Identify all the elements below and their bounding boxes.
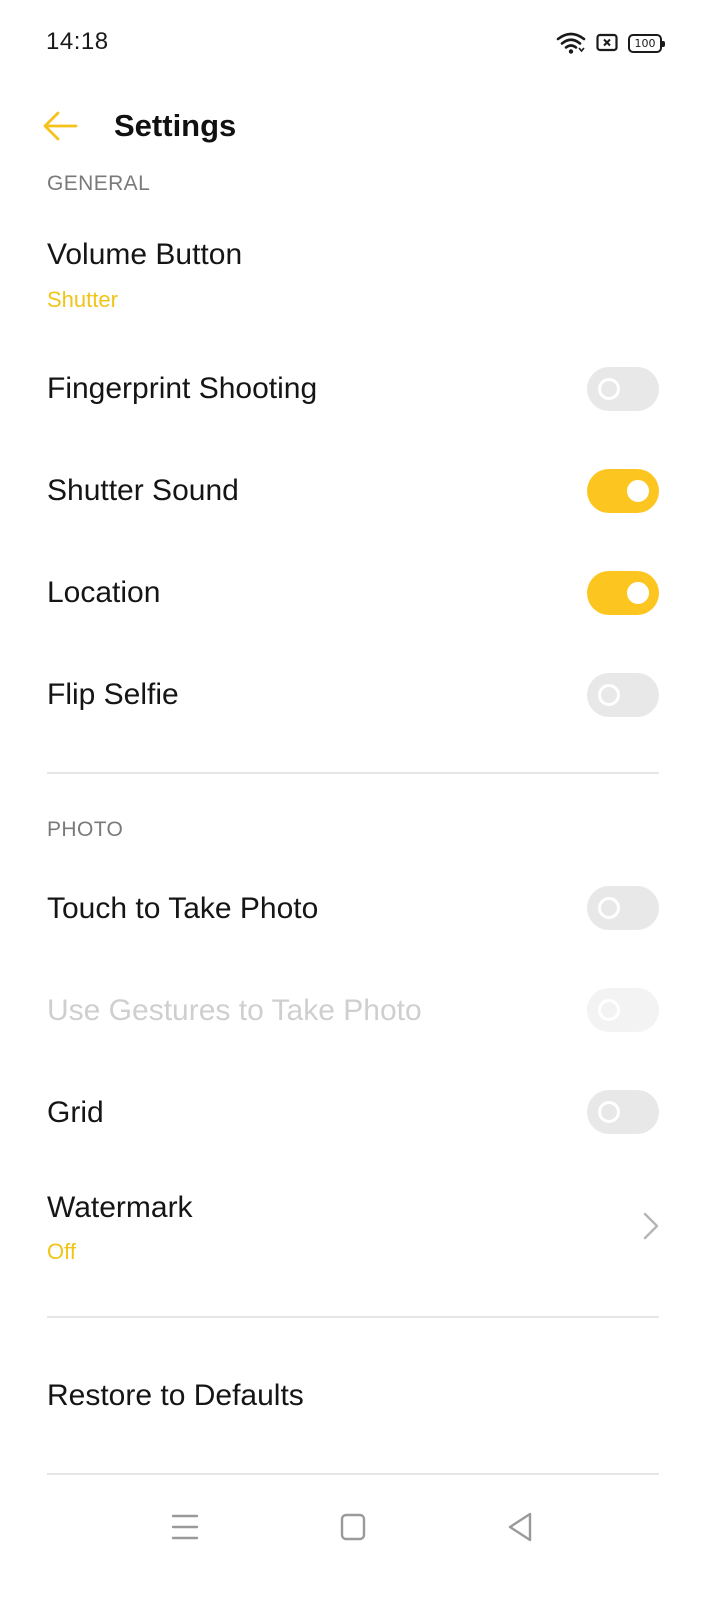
navigation-bar bbox=[0, 1480, 720, 1600]
toggle-knob bbox=[598, 897, 620, 919]
setting-label: Volume Button bbox=[47, 238, 243, 271]
page-title: Settings bbox=[114, 108, 237, 143]
setting-label: Flip Selfie bbox=[47, 678, 179, 711]
shutter-sound-toggle[interactable] bbox=[587, 469, 659, 513]
setting-grid[interactable]: Grid bbox=[0, 1062, 720, 1162]
use-gestures-toggle bbox=[587, 988, 659, 1032]
restore-defaults-button[interactable]: Restore to Defaults bbox=[0, 1345, 720, 1445]
battery-level: 100 bbox=[634, 36, 656, 50]
grid-toggle[interactable] bbox=[587, 1090, 659, 1134]
status-time: 14:18 bbox=[46, 28, 109, 55]
setting-label: Fingerprint Shooting bbox=[47, 372, 318, 405]
toggle-knob bbox=[598, 684, 620, 706]
setting-watermark[interactable]: Watermark Off bbox=[0, 1172, 720, 1290]
setting-label: Location bbox=[47, 576, 161, 609]
section-header-photo: PHOTO bbox=[47, 818, 124, 841]
setting-label: Grid bbox=[47, 1096, 104, 1129]
toggle-knob bbox=[598, 378, 620, 400]
status-bar: 14:18 100 bbox=[0, 0, 720, 86]
home-button[interactable] bbox=[328, 1502, 378, 1552]
recent-apps-button[interactable] bbox=[160, 1502, 210, 1552]
setting-value: Off bbox=[47, 1239, 76, 1264]
setting-fingerprint-shooting[interactable]: Fingerprint Shooting bbox=[0, 340, 720, 440]
bottom-divider bbox=[47, 1473, 659, 1475]
toggle-knob bbox=[598, 999, 620, 1021]
chevron-right-icon bbox=[640, 1211, 662, 1241]
setting-label: Watermark bbox=[47, 1191, 193, 1224]
setting-label: Use Gestures to Take Photo bbox=[47, 994, 422, 1027]
menu-icon bbox=[160, 1502, 210, 1552]
location-toggle[interactable] bbox=[587, 571, 659, 615]
setting-label: Touch to Take Photo bbox=[47, 892, 319, 925]
back-button[interactable] bbox=[36, 104, 86, 148]
touch-to-take-photo-toggle[interactable] bbox=[587, 886, 659, 930]
nav-back-button[interactable] bbox=[496, 1502, 546, 1552]
section-divider bbox=[47, 1316, 659, 1318]
fingerprint-shooting-toggle[interactable] bbox=[587, 367, 659, 411]
setting-flip-selfie[interactable]: Flip Selfie bbox=[0, 646, 720, 746]
sim-card-icon bbox=[596, 33, 618, 53]
setting-location[interactable]: Location bbox=[0, 544, 720, 644]
wifi-icon bbox=[556, 31, 586, 55]
flip-selfie-toggle[interactable] bbox=[587, 673, 659, 717]
setting-value: Shutter bbox=[47, 287, 118, 312]
section-header-general: GENERAL bbox=[47, 172, 151, 195]
setting-touch-to-take-photo[interactable]: Touch to Take Photo bbox=[0, 858, 720, 958]
toggle-knob bbox=[627, 582, 649, 604]
setting-volume-button[interactable]: Volume Button Shutter bbox=[0, 222, 720, 340]
battery-icon: 100 bbox=[628, 33, 665, 53]
restore-defaults-label: Restore to Defaults bbox=[47, 1379, 304, 1412]
setting-use-gestures: Use Gestures to Take Photo bbox=[0, 960, 720, 1060]
toggle-knob bbox=[598, 1101, 620, 1123]
setting-shutter-sound[interactable]: Shutter Sound bbox=[0, 442, 720, 542]
setting-label: Shutter Sound bbox=[47, 474, 239, 507]
status-icons: 100 bbox=[556, 30, 665, 56]
arrow-left-icon bbox=[36, 104, 86, 148]
section-divider bbox=[47, 772, 659, 774]
home-square-icon bbox=[328, 1502, 378, 1552]
app-header: Settings bbox=[0, 86, 720, 166]
toggle-knob bbox=[627, 480, 649, 502]
back-triangle-icon bbox=[496, 1502, 546, 1552]
